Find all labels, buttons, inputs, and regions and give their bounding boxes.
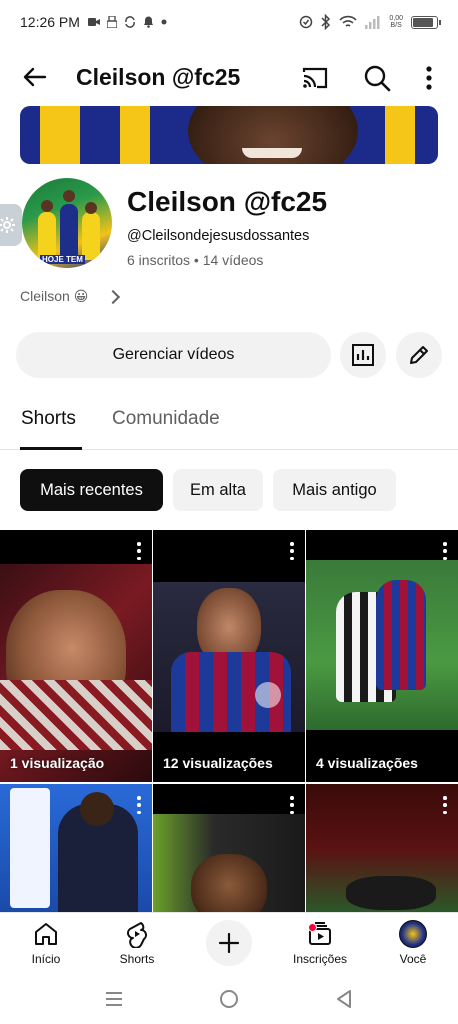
- arrow-back-icon: [23, 67, 47, 87]
- usb-icon: [106, 16, 117, 28]
- back-triangle-icon[interactable]: [334, 989, 354, 1009]
- short-views: 1 visualização: [10, 755, 105, 771]
- channel-name: Cleilson @fc25: [127, 186, 328, 217]
- short-thumbnail[interactable]: 1 visualização: [0, 530, 152, 782]
- short-thumbnail[interactable]: [306, 784, 458, 914]
- chevron-right-icon: [106, 289, 121, 304]
- nav-inscricoes[interactable]: Inscrições: [285, 919, 355, 966]
- channel-banner[interactable]: [20, 106, 438, 164]
- chip-mais-recentes[interactable]: Mais recentes: [20, 469, 163, 511]
- analytics-button[interactable]: [340, 332, 386, 378]
- shorts-icon: [127, 922, 147, 948]
- channel-avatar[interactable]: HOJE TEM: [22, 178, 112, 268]
- chip-em-alta[interactable]: Em alta: [173, 469, 263, 511]
- notification-bell-icon: [143, 16, 153, 28]
- short-more-button[interactable]: [287, 794, 297, 816]
- home-circle-icon[interactable]: [219, 989, 239, 1009]
- nav-inscricoes-label: Inscrições: [292, 952, 348, 966]
- recents-menu-icon[interactable]: [104, 990, 124, 1008]
- notification-badge: [308, 923, 317, 932]
- analytics-icon: [352, 344, 374, 366]
- pencil-icon: [410, 346, 428, 364]
- channel-handle: @Cleilsondejesusdossantes: [127, 228, 310, 244]
- short-more-button[interactable]: [287, 540, 297, 562]
- tab-comunidade[interactable]: Comunidade: [112, 408, 220, 430]
- nav-voce[interactable]: Você: [378, 919, 448, 966]
- channel-tabs: Shorts Comunidade: [0, 392, 458, 450]
- channel-description[interactable]: Cleilson 😀: [20, 288, 121, 305]
- home-icon: [35, 923, 57, 945]
- nav-voce-label: Você: [399, 952, 427, 966]
- network-speed: 0,00 B/S: [389, 15, 403, 29]
- short-more-button[interactable]: [134, 540, 144, 562]
- app-bar: Cleilson @fc25: [0, 52, 458, 102]
- you-avatar: [399, 920, 427, 948]
- short-views: 12 visualizações: [163, 755, 273, 771]
- short-thumbnail[interactable]: [0, 784, 152, 914]
- short-thumbnail[interactable]: 4 visualizações: [306, 530, 458, 782]
- plus-icon: [218, 932, 240, 954]
- manage-videos-button[interactable]: Gerenciar vídeos: [16, 332, 331, 378]
- avatar-caption: HOJE TEM: [40, 255, 85, 264]
- video-call-icon: [87, 18, 100, 26]
- short-thumbnail[interactable]: [153, 784, 305, 914]
- status-time: 12:26 PM: [20, 14, 80, 30]
- channel-description-text: Cleilson 😀: [20, 288, 89, 304]
- sync-icon: [125, 16, 135, 28]
- network-speed-unit: B/S: [390, 22, 402, 29]
- battery-icon: [411, 15, 441, 29]
- nav-shorts-label: Shorts: [119, 952, 155, 966]
- network-speed-value: 0,00: [389, 15, 403, 22]
- chip-mais-antigo[interactable]: Mais antigo: [273, 469, 396, 511]
- status-bar: 12:26 PM 0,00 B/S: [0, 0, 458, 44]
- edge-panel-handle[interactable]: [0, 204, 22, 246]
- more-options-button[interactable]: [416, 63, 442, 93]
- gear-icon: [0, 217, 15, 233]
- search-button[interactable]: [362, 63, 392, 93]
- back-button[interactable]: [20, 62, 50, 92]
- wifi-icon: [339, 15, 357, 27]
- short-views: 4 visualizações: [316, 755, 418, 771]
- nav-inicio-label: Início: [31, 952, 61, 966]
- short-more-button[interactable]: [440, 794, 450, 816]
- edit-channel-button[interactable]: [396, 332, 442, 378]
- cast-icon: [302, 67, 328, 89]
- signal-icon: [365, 15, 380, 29]
- alarm-icon: [300, 15, 313, 29]
- short-more-button[interactable]: [134, 794, 144, 816]
- more-vert-icon: [426, 66, 432, 90]
- dot-icon: [161, 19, 167, 25]
- create-button[interactable]: [206, 920, 252, 966]
- system-navigation-bar: [0, 974, 458, 1024]
- nav-shorts[interactable]: Shorts: [102, 919, 172, 966]
- short-more-button[interactable]: [440, 540, 450, 562]
- cast-button[interactable]: [300, 63, 330, 93]
- tab-shorts[interactable]: Shorts: [21, 408, 76, 430]
- page-title: Cleilson @fc25: [76, 64, 241, 90]
- active-tab-indicator: [20, 447, 82, 450]
- channel-stats: 6 inscritos • 14 vídeos: [127, 252, 264, 268]
- search-icon: [364, 65, 391, 92]
- short-thumbnail[interactable]: 12 visualizações: [153, 530, 305, 782]
- nav-inicio[interactable]: Início: [11, 919, 81, 966]
- bluetooth-icon: [321, 14, 331, 30]
